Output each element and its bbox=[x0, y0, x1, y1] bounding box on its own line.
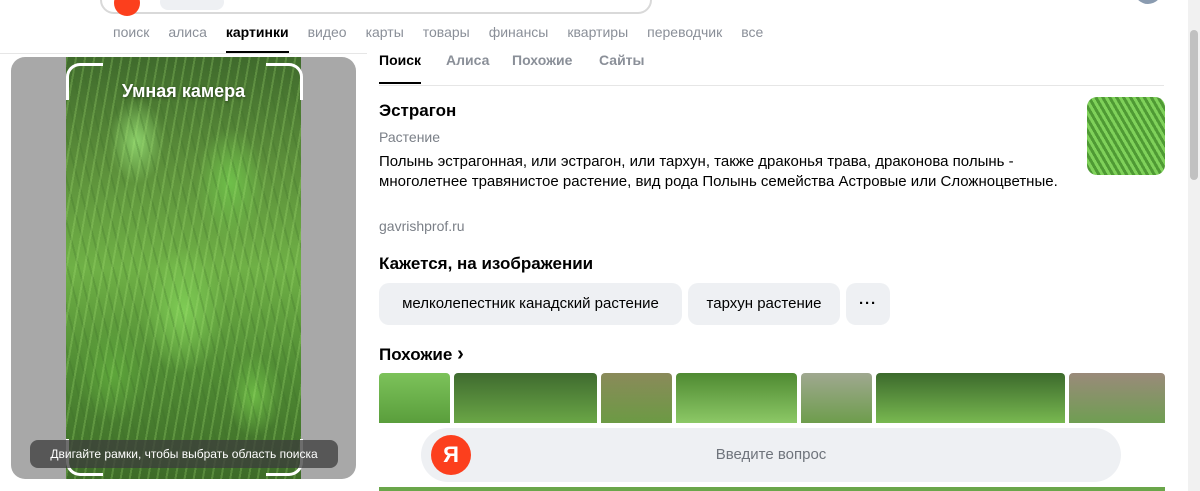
more-tags-button[interactable]: ··· bbox=[846, 283, 890, 325]
smart-camera-panel: Умная камера Двигайте рамки, чтобы выбра… bbox=[11, 57, 356, 479]
results-tabs: Поиск Алиса Похожие Сайты bbox=[379, 53, 1164, 86]
nav-item-all[interactable]: все bbox=[741, 23, 763, 41]
similar-image[interactable] bbox=[676, 373, 797, 423]
entity-title[interactable]: Эстрагон bbox=[379, 101, 456, 121]
camera-title: Умная камера bbox=[121, 81, 246, 101]
nav-item-video[interactable]: видео bbox=[308, 23, 347, 41]
yandex-alice-icon[interactable]: Я bbox=[431, 435, 471, 475]
similar-image[interactable] bbox=[379, 373, 450, 423]
results-panel: Поиск Алиса Похожие Сайты Эстрагон Расте… bbox=[367, 53, 1188, 491]
avatar[interactable] bbox=[1134, 0, 1162, 4]
similar-title: Похожие bbox=[379, 345, 453, 364]
nav-item-apartments[interactable]: квартиры bbox=[567, 23, 628, 41]
entity-description: Полынь эстрагонная, или эстрагон, или та… bbox=[379, 153, 1058, 190]
similar-image[interactable] bbox=[801, 373, 872, 423]
detected-title: Кажется, на изображении bbox=[379, 254, 594, 273]
similar-image[interactable] bbox=[601, 373, 672, 423]
ask-input[interactable]: Введите вопрос bbox=[421, 428, 1121, 482]
tag-chip-meleolepestnik[interactable]: мелколепестник канадский растение bbox=[379, 283, 682, 325]
nav-item-maps[interactable]: карты bbox=[366, 23, 404, 41]
tab-search[interactable]: Поиск bbox=[379, 53, 422, 84]
tab-alice[interactable]: Алиса bbox=[446, 53, 489, 67]
entity-source-link[interactable]: gavrishprof.ru bbox=[379, 218, 465, 234]
similar-link[interactable]: Похожие › bbox=[379, 343, 464, 366]
nav-item-search[interactable]: поиск bbox=[113, 23, 149, 41]
chevron-right-icon: › bbox=[457, 343, 464, 365]
yandex-logo-icon[interactable] bbox=[114, 0, 140, 16]
similar-image[interactable] bbox=[1069, 373, 1165, 423]
top-bar: поиск алиса картинки видео карты товары … bbox=[0, 0, 1188, 54]
similar-images-row-2 bbox=[379, 487, 1165, 491]
crop-hint: Двигайте рамки, чтобы выбрать область по… bbox=[30, 440, 338, 468]
service-nav: поиск алиса картинки видео карты товары … bbox=[113, 23, 782, 53]
page-scrollbar[interactable] bbox=[1188, 0, 1200, 491]
tab-similar[interactable]: Похожие bbox=[512, 53, 572, 67]
tab-sites[interactable]: Сайты bbox=[599, 53, 645, 67]
nav-item-finance[interactable]: финансы bbox=[489, 23, 549, 41]
entity-thumbnail[interactable] bbox=[1087, 97, 1165, 175]
search-chip[interactable] bbox=[160, 0, 224, 10]
similar-image[interactable] bbox=[454, 373, 597, 423]
nav-item-alice[interactable]: алиса bbox=[168, 23, 207, 41]
nav-item-translator[interactable]: переводчик bbox=[647, 23, 722, 41]
ask-input-bar[interactable]: Введите вопрос Я bbox=[421, 428, 1121, 482]
search-box[interactable] bbox=[100, 0, 652, 16]
tag-chip-tarkhun[interactable]: тархун растение bbox=[688, 283, 840, 325]
nav-item-products[interactable]: товары bbox=[423, 23, 470, 41]
entity-type: Растение bbox=[379, 129, 441, 145]
scrollbar-thumb[interactable] bbox=[1190, 30, 1198, 180]
nav-item-images[interactable]: картинки bbox=[225, 23, 289, 53]
similar-image[interactable] bbox=[876, 373, 1065, 423]
query-photo bbox=[66, 57, 301, 479]
similar-images-strip bbox=[379, 373, 1165, 423]
